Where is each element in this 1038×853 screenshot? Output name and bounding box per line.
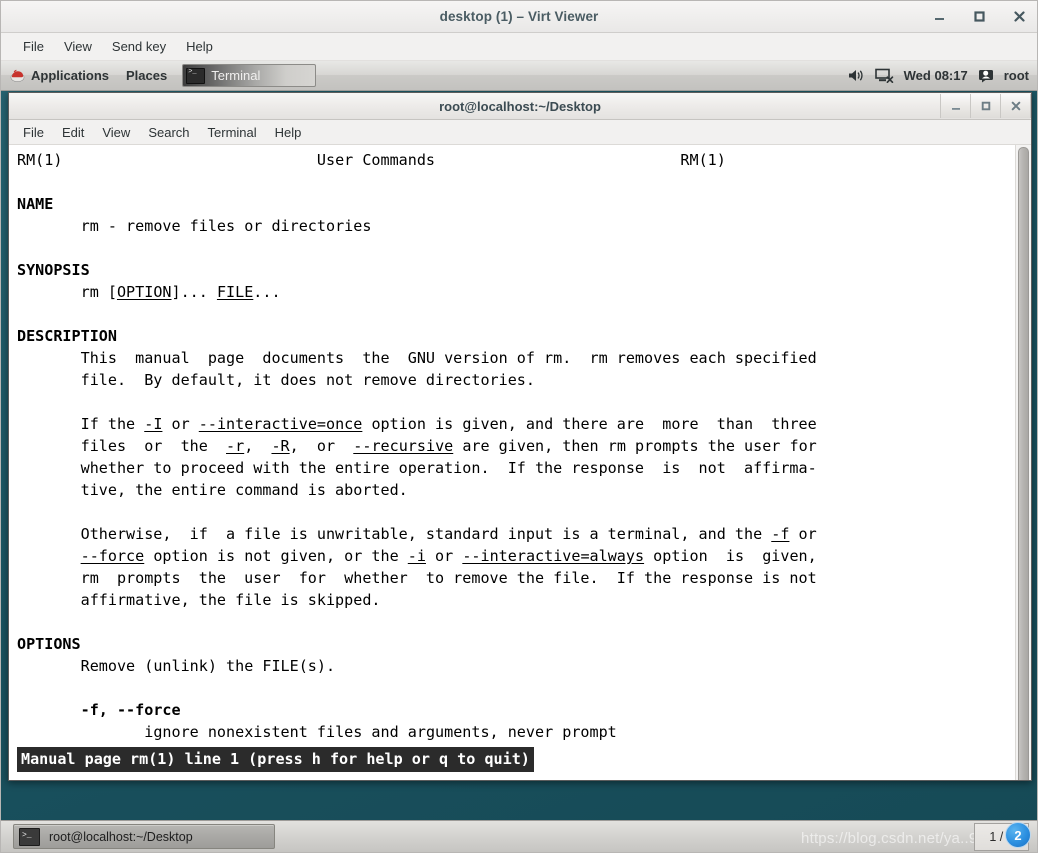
man-status-line: Manual page rm(1) line 1 (press h for he… — [17, 747, 534, 772]
man-option-R-upper: -R — [271, 437, 290, 455]
man-option-description: ignore nonexistent files and arguments, … — [144, 723, 617, 741]
places-label: Places — [126, 68, 168, 83]
terminal-menu-search[interactable]: Search — [148, 125, 189, 140]
network-disconnected-icon[interactable] — [874, 68, 894, 83]
man-option-interactive-always: --interactive=always — [462, 547, 645, 565]
man-option-r: -r — [226, 437, 245, 455]
terminal-menu-terminal[interactable]: Terminal — [208, 125, 257, 140]
man-header-center: User Commands — [316, 151, 436, 169]
virt-viewer-titlebar: desktop (1) – Virt Viewer — [1, 1, 1037, 33]
virt-viewer-window: desktop (1) – Virt Viewer File View Send… — [0, 0, 1038, 853]
redhat-logo-icon — [10, 68, 25, 83]
terminal-menu-view[interactable]: View — [102, 125, 130, 140]
terminal-title: root@localhost:~/Desktop — [439, 98, 601, 114]
man-synopsis-option: OPTION — [116, 283, 172, 301]
watermark-text: https://blog.csdn.net/ya..9409 — [801, 830, 1003, 847]
man-option-interactive-once: --interactive=once — [198, 415, 363, 433]
panel-window-button-terminal[interactable]: Terminal — [182, 64, 317, 87]
man-section-heading-name: NAME — [17, 195, 54, 213]
terminal-icon — [186, 67, 206, 84]
user-icon — [978, 68, 994, 83]
gnome-taskbar: root@localhost:~/Desktop 1 / 4 https://b… — [1, 820, 1037, 852]
virt-viewer-window-controls — [929, 1, 1029, 32]
csdn-badge-icon: 2 — [1005, 822, 1031, 848]
panel-clock[interactable]: Wed 08:17 — [904, 68, 968, 83]
close-icon[interactable] — [1009, 7, 1029, 27]
man-option-i: -i — [407, 547, 426, 565]
taskbar-window-label: root@localhost:~/Desktop — [49, 829, 193, 844]
terminal-window-controls — [940, 93, 1031, 119]
man-option-I: -I — [144, 415, 163, 433]
minimize-icon[interactable] — [929, 7, 949, 27]
maximize-icon[interactable] — [970, 94, 1000, 118]
man-section-heading-options: OPTIONS — [17, 635, 81, 653]
terminal-menubar: File Edit View Search Terminal Help — [9, 120, 1031, 145]
places-menu[interactable]: Places — [117, 61, 176, 90]
man-section-heading-description: DESCRIPTION — [17, 327, 117, 345]
terminal-titlebar: root@localhost:~/Desktop — [9, 93, 1031, 120]
gnome-top-panel: Applications Places Terminal — [1, 61, 1037, 91]
menu-help[interactable]: Help — [177, 37, 222, 56]
taskbar-window-terminal[interactable]: root@localhost:~/Desktop — [13, 824, 275, 849]
volume-icon[interactable] — [848, 68, 865, 83]
man-option-force: --force — [80, 547, 145, 565]
scrollbar-thumb[interactable] — [1018, 147, 1029, 780]
man-header-left: RM(1) — [17, 151, 63, 169]
menu-view[interactable]: View — [55, 37, 101, 56]
close-icon[interactable] — [1000, 94, 1031, 118]
man-option-recursive: --recursive — [353, 437, 454, 455]
man-section-heading-synopsis: SYNOPSIS — [17, 261, 90, 279]
panel-window-button-label: Terminal — [211, 68, 261, 83]
maximize-icon[interactable] — [969, 7, 989, 27]
man-option-f: -f — [771, 525, 790, 543]
man-synopsis-file: FILE — [216, 283, 254, 301]
man-option-flags: -f, --force — [80, 701, 181, 719]
applications-menu[interactable]: Applications — [1, 61, 117, 90]
virt-viewer-menubar: File View Send key Help — [1, 33, 1037, 61]
applications-label: Applications — [31, 68, 110, 83]
man-name-body: rm - remove files or directories — [80, 217, 372, 235]
terminal-icon — [19, 827, 40, 846]
man-page-content[interactable]: RM(1) User Commands RM(1) NAME rm - remo… — [9, 145, 1015, 780]
terminal-window: root@localhost:~/Desktop File Edit View … — [8, 92, 1032, 781]
terminal-body: RM(1) User Commands RM(1) NAME rm - remo… — [9, 145, 1031, 780]
minimize-icon[interactable] — [940, 94, 970, 118]
terminal-menu-file[interactable]: File — [23, 125, 44, 140]
man-options-body: Remove (unlink) the FILE(s). — [80, 657, 336, 675]
panel-right-group: Wed 08:17 root — [848, 61, 1037, 90]
panel-user-label[interactable]: root — [1004, 68, 1029, 83]
panel-left-group: Applications Places Terminal — [1, 61, 317, 90]
terminal-menu-help[interactable]: Help — [275, 125, 302, 140]
terminal-scrollbar[interactable] — [1015, 145, 1031, 780]
terminal-menu-edit[interactable]: Edit — [62, 125, 84, 140]
guest-desktop: Applications Places Terminal — [1, 61, 1037, 852]
man-header-right: RM(1) — [680, 151, 726, 169]
menu-file[interactable]: File — [14, 37, 53, 56]
menu-send-key[interactable]: Send key — [103, 37, 175, 56]
virt-viewer-title: desktop (1) – Virt Viewer — [439, 9, 599, 24]
